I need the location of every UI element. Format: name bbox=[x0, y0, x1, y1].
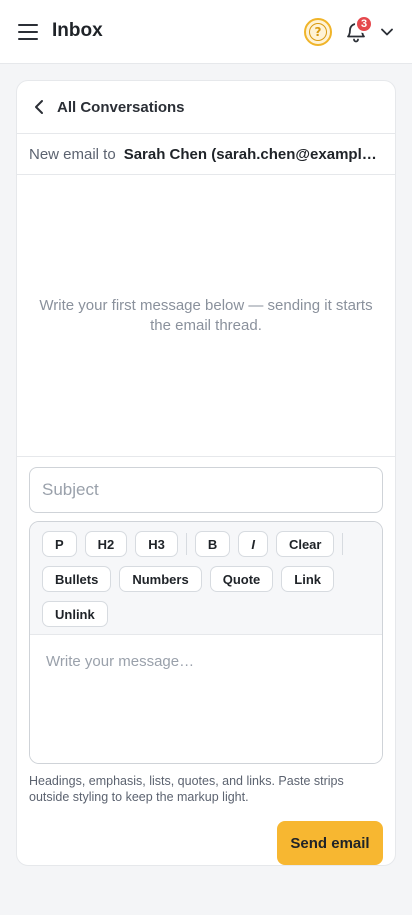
bullets-button[interactable]: Bullets bbox=[42, 566, 112, 592]
bold-button[interactable]: B bbox=[194, 531, 231, 557]
help-button[interactable]: ? bbox=[304, 18, 332, 46]
toolbar-divider bbox=[185, 533, 187, 555]
menu-icon[interactable] bbox=[18, 24, 38, 40]
link-button[interactable]: Link bbox=[281, 566, 334, 592]
italic-button[interactable]: I bbox=[238, 531, 268, 557]
recipient-row: New email to Sarah Chen (sarah.chen@exam… bbox=[17, 134, 395, 175]
heading-3-button[interactable]: H3 bbox=[135, 531, 178, 557]
question-circle-icon: ? bbox=[309, 23, 327, 41]
notification-badge: 3 bbox=[355, 15, 373, 33]
clear-formatting-button[interactable]: Clear bbox=[275, 531, 335, 557]
top-bar: Inbox ? 3 bbox=[0, 0, 412, 64]
message-body-input[interactable]: Write your message… bbox=[30, 635, 382, 763]
conversation-card: All Conversations New email to Sarah Che… bbox=[16, 80, 396, 866]
back-to-conversations-link[interactable]: All Conversations bbox=[33, 99, 185, 116]
chevron-down-icon[interactable] bbox=[380, 26, 394, 38]
subject-input[interactable] bbox=[29, 467, 383, 513]
unlink-button[interactable]: Unlink bbox=[42, 601, 108, 627]
toolbar-divider bbox=[342, 533, 344, 555]
formatting-toolbar: P H2 H3 B I Clear Bullets Numbers Quote … bbox=[30, 522, 382, 635]
back-label: All Conversations bbox=[57, 98, 185, 116]
send-row: Send email bbox=[29, 821, 383, 865]
email-composer: P H2 H3 B I Clear Bullets Numbers Quote … bbox=[17, 457, 395, 865]
chevron-left-icon bbox=[35, 100, 43, 114]
formatting-hint: Headings, emphasis, lists, quotes, and l… bbox=[29, 774, 344, 804]
send-email-button[interactable]: Send email bbox=[277, 821, 383, 865]
page-title: Inbox bbox=[52, 20, 103, 41]
numbers-button[interactable]: Numbers bbox=[119, 566, 202, 592]
recipient-value: Sarah Chen (sarah.chen@example.com) bbox=[123, 145, 381, 163]
quote-button[interactable]: Quote bbox=[209, 566, 274, 592]
recipient-label: New email to bbox=[29, 145, 116, 163]
heading-2-button[interactable]: H2 bbox=[84, 531, 128, 557]
rich-text-editor: P H2 H3 B I Clear Bullets Numbers Quote … bbox=[29, 521, 383, 764]
empty-thread-message: Write your first message below — sending… bbox=[17, 175, 395, 457]
conversation-header: All Conversations bbox=[17, 81, 395, 134]
paragraph-button[interactable]: P bbox=[42, 531, 77, 557]
